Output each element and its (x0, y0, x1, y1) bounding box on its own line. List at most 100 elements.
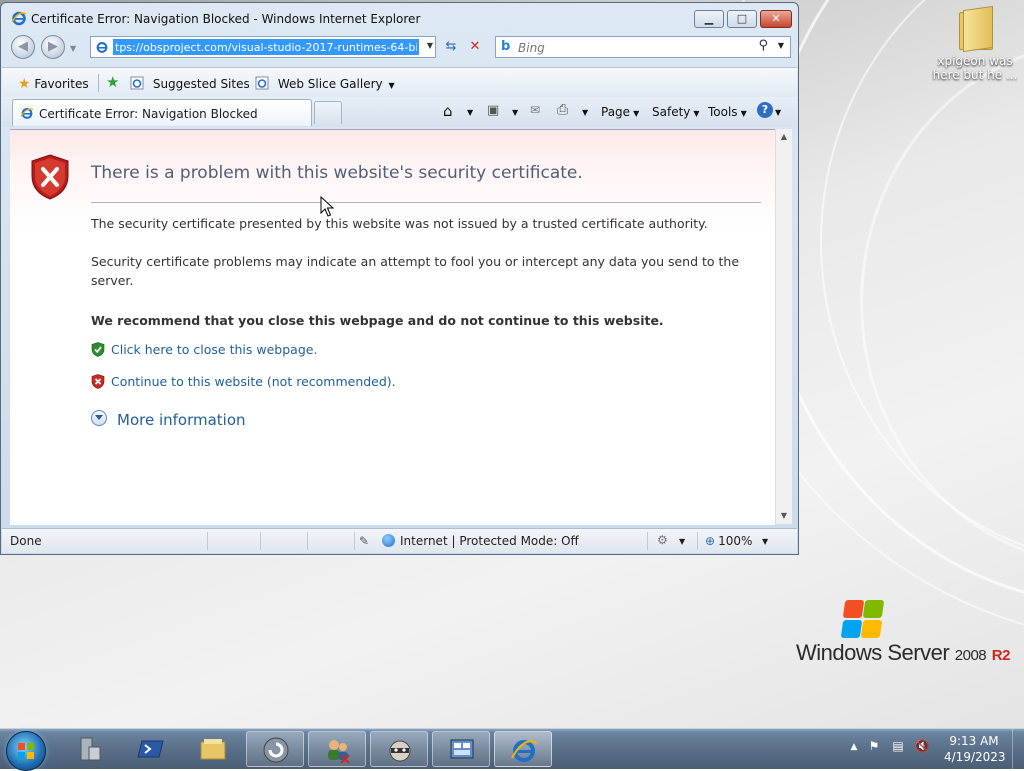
ie-page-icon (130, 76, 144, 90)
title-bar[interactable]: Certificate Error: Navigation Blocked - … (1, 3, 798, 33)
popup-blocker-icon[interactable]: ✎ (359, 534, 369, 548)
scroll-up-icon[interactable]: ▲ (776, 129, 792, 145)
print-chevron-icon[interactable]: ▼ (582, 108, 588, 117)
green-shield-icon (91, 342, 105, 357)
favorites-label: Favorites (34, 77, 89, 91)
taskbar-control-panel[interactable] (432, 731, 490, 767)
add-to-favorites-bar-button[interactable]: ★ (106, 73, 119, 91)
search-icon[interactable]: ⚲ (758, 38, 768, 53)
more-information-toggle[interactable]: More information (91, 410, 246, 429)
certificate-explanation: The security certificate presented by th… (91, 216, 708, 231)
feeds-icon[interactable]: ▣ (487, 103, 499, 118)
zone-label: Internet | Protected Mode: Off (400, 534, 579, 548)
back-button[interactable]: ◀ (11, 35, 35, 59)
folder-icon (957, 5, 993, 53)
volume-muted-icon[interactable]: 🔇 (914, 739, 930, 755)
status-bar: Done ✎ Internet | Protected Mode: Off ⚙ … (2, 528, 797, 553)
home-icon[interactable]: ⌂ (443, 102, 453, 120)
address-bar[interactable]: ▼ (90, 36, 436, 58)
search-options-chevron-icon[interactable]: ▼ (778, 41, 784, 50)
search-input[interactable] (516, 39, 740, 57)
safety-menu[interactable]: Safety ▼ (652, 105, 700, 119)
favorites-bar: ★ Favorites ★ Suggested Sites ▼ Web Slic… (2, 67, 797, 98)
help-icon[interactable]: ? (757, 102, 773, 118)
chevron-down-icon[interactable]: ▼ (679, 537, 685, 546)
vertical-scrollbar[interactable]: ▲ ▼ (775, 129, 792, 524)
close-webpage-link[interactable]: Click here to close this webpage. (111, 342, 317, 357)
security-zone[interactable]: Internet | Protected Mode: Off (382, 534, 579, 548)
address-input[interactable] (113, 39, 419, 55)
forward-arrow-icon: ▶ (48, 39, 58, 54)
taskbar-powershell[interactable] (122, 731, 180, 767)
feeds-chevron-icon[interactable]: ▼ (512, 108, 518, 117)
taskbar-users[interactable] (308, 731, 366, 767)
red-shield-icon (91, 374, 105, 389)
accessibility-icon[interactable]: ⚙ (657, 533, 668, 547)
brand-version: 2008 (954, 647, 987, 664)
read-mail-icon[interactable]: ✉ (530, 103, 540, 117)
scroll-down-icon[interactable]: ▼ (776, 508, 792, 524)
add-favorite-icon: ★ (106, 73, 120, 91)
brand-name: Windows Server (796, 640, 950, 665)
web-slice-gallery-label: Web Slice Gallery (277, 77, 383, 91)
taskbar-raccoon[interactable] (370, 731, 428, 767)
tab-certificate-error[interactable]: Certificate Error: Navigation Blocked (12, 99, 312, 126)
new-tab-button[interactable] (314, 101, 342, 124)
internet-globe-icon (382, 534, 395, 547)
continue-row: Continue to this website (not recommende… (91, 374, 396, 389)
windows-server-logo: Windows Server 2008 R2 (796, 600, 1016, 670)
zoom-level[interactable]: ⊕ 100% (705, 534, 752, 548)
maximize-button[interactable]: □ (727, 10, 757, 28)
suggested-sites-label: Suggested Sites (152, 77, 250, 91)
powershell-icon (137, 740, 164, 758)
taskbar-internet-explorer[interactable] (494, 731, 552, 767)
stop-icon[interactable]: ✕ (465, 38, 485, 56)
page-menu[interactable]: Page ▼ (601, 105, 639, 119)
forward-button[interactable]: ▶ (41, 35, 65, 59)
close-button[interactable]: ✕ (760, 10, 792, 28)
show-hidden-icons-icon[interactable]: ▲ (846, 742, 862, 758)
print-icon[interactable]: ⎙ (557, 102, 568, 118)
search-box[interactable]: b ⚲ ▼ (495, 36, 791, 58)
ie-window: Certificate Error: Navigation Blocked - … (0, 2, 799, 555)
network-icon[interactable]: ▤ (890, 739, 906, 755)
favorites-item-suggested-sites[interactable]: Suggested Sites ▼ (130, 76, 262, 91)
page-headline: There is a problem with this website's s… (91, 163, 583, 183)
window-title: Certificate Error: Navigation Blocked - … (31, 12, 421, 26)
help-chevron-icon[interactable]: ▼ (775, 108, 781, 117)
brand-edition: R2 (991, 647, 1011, 664)
control-panel-icon (450, 739, 474, 759)
clock[interactable]: 9:13 AM 4/19/2023 (944, 733, 1006, 765)
close-webpage-row: Click here to close this webpage. (91, 342, 317, 357)
refresh-icon[interactable]: ⇆ (441, 38, 461, 56)
desktop-folder[interactable]: xpigeon was here but he ... (930, 5, 1020, 82)
home-chevron-icon[interactable]: ▼ (467, 108, 473, 117)
divider (207, 532, 208, 550)
taskbar-explorer[interactable] (184, 731, 242, 767)
folder-icon (200, 739, 226, 760)
taskbar-app-circle[interactable] (246, 731, 304, 767)
minimize-button[interactable]: ▁ (694, 10, 724, 28)
continue-to-website-link[interactable]: Continue to this website (not recommende… (111, 374, 396, 389)
show-desktop-button[interactable] (1012, 729, 1024, 769)
zoom-chevron-icon[interactable]: ▼ (762, 537, 768, 546)
raccoon-icon (389, 740, 411, 762)
favorites-button[interactable]: ★ Favorites (18, 76, 89, 92)
taskbar: ▲ ⚑ ▤ 🔇 9:13 AM 4/19/2023 (0, 728, 1024, 771)
recent-pages-chevron-icon[interactable]: ▼ (70, 44, 76, 53)
tab-ie-icon (20, 108, 34, 119)
divider (354, 532, 355, 550)
security-warning: Security certificate problems may indica… (91, 254, 740, 288)
ie-icon (511, 740, 538, 762)
favorites-star-icon: ★ (18, 76, 31, 92)
tools-menu[interactable]: Tools ▼ (708, 105, 747, 119)
users-icon (328, 740, 350, 764)
action-center-flag-icon[interactable]: ⚑ (866, 739, 882, 755)
taskbar-server-manager[interactable] (60, 731, 118, 767)
favorites-item-web-slice-gallery[interactable]: Web Slice Gallery ▼ (255, 76, 395, 91)
ie-page-icon (255, 76, 269, 90)
address-dropdown-icon[interactable]: ▼ (427, 41, 433, 50)
navigation-bar: ◀ ▶ ▼ ▼ ⇆ ✕ b ⚲ ▼ (1, 33, 798, 65)
start-button[interactable] (6, 731, 46, 771)
status-text: Done (10, 534, 42, 548)
